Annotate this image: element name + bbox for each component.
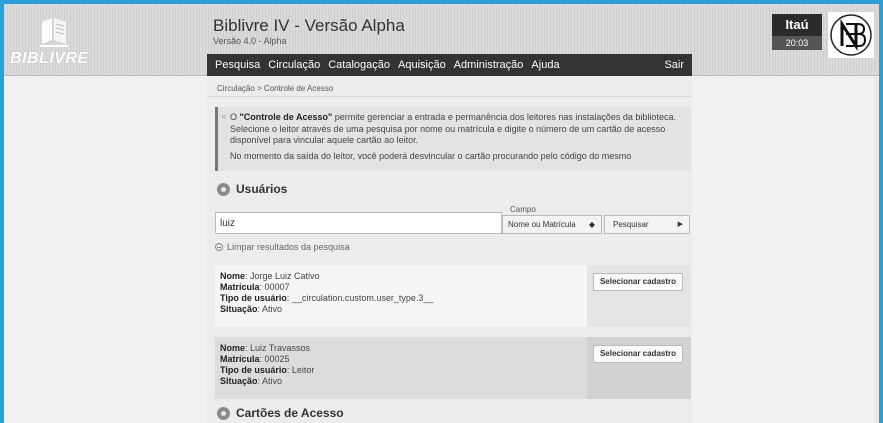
search-button[interactable]: Pesquisar ▶ [604,215,690,234]
notice-exit-instructions: No momento da saída do leitor, você pode… [230,150,632,161]
main-content: Circulação > Controle de Acesso × O "Con… [207,77,692,423]
name-label: Nome [220,271,246,281]
status-label: Situação [220,376,258,386]
select-arrows-icon: ◆ [588,220,595,229]
select-record-button[interactable]: Selecionar cadastro [593,345,683,363]
notice-feature-name: "Controle de Acesso" [239,112,333,122]
registration-label: Matrícula [220,282,260,292]
registration-value: : 00007 [259,282,290,292]
users-section-title: Usuários [217,182,287,196]
menu-item-catalogacao[interactable]: Catalogação [324,54,394,76]
users-title-label: Usuários [236,182,288,196]
info-notice: × O "Controle de Acesso" permite gerenci… [215,107,691,171]
close-icon[interactable]: × [221,112,226,124]
access-cards-title-label: Cartões de Acesso [236,406,344,420]
status-value: : Ativo [257,376,283,386]
search-button-label: Pesquisar [613,220,649,229]
menu-item-pesquisa[interactable]: Pesquisa [207,54,264,76]
logout-button[interactable]: Sair [660,54,692,76]
field-select[interactable]: Nome ou Matrícula ◆ [502,215,602,234]
seal-monogram-icon [828,12,874,58]
main-menu: Pesquisa Circulação Catalogação Aquisiçã… [207,54,692,76]
location-pin-icon [217,182,230,196]
biblivre-logo[interactable]: BIBLIVRE [10,14,92,70]
access-cards-section-title: Cartões de Acesso [217,406,344,420]
logo-text: BIBLIVRE [10,50,89,67]
header: BIBLIVRE Biblivre IV - Versão Alpha Vers… [4,4,879,76]
clock-time: 20:03 [772,36,822,50]
result-item: Nome: Jorge Luiz Cativo Matrícula: 00007… [215,265,691,327]
registration-value: : 00025 [259,354,290,364]
app-window: BIBLIVRE Biblivre IV - Versão Alpha Vers… [4,4,879,423]
bank-name: Itaú [772,14,822,36]
result-actions: Selecionar cadastro [587,265,691,327]
select-record-button[interactable]: Selecionar cadastro [593,273,683,291]
user-type-label: Tipo de usuário [220,293,287,303]
status-value: : Ativo [257,304,283,314]
page-scrollbar[interactable] [874,77,879,423]
user-type-value: : __circulation.custom.user_type.3__ [286,293,434,303]
app-title: Biblivre IV - Versão Alpha [213,16,405,35]
name-value: : Luiz Travassos [245,343,311,353]
app-version: Versão 4.0 - Alpha [213,36,287,46]
field-label: Campo [510,205,536,214]
clear-results-label: Limpar resultados da pesquisa [227,242,350,252]
bank-badge: Itaú 20:03 [772,14,822,50]
name-label: Nome [220,343,246,353]
menu-item-aquisicao[interactable]: Aquisição [394,54,450,76]
status-label: Situação [220,304,258,314]
menu-item-administracao[interactable]: Administração [450,54,528,76]
minus-circle-icon [215,243,223,251]
notice-prefix: O [230,112,240,122]
library-logo-icon [40,18,68,47]
field-select-value: Nome ou Matrícula [508,220,576,229]
name-value: : Jorge Luiz Cativo [245,271,320,281]
user-type-label: Tipo de usuário [220,365,287,375]
breadcrumb: Circulação > Controle de Acesso [207,81,692,97]
menu-item-ajuda[interactable]: Ajuda [527,54,563,76]
clear-results-link[interactable]: Limpar resultados da pesquisa [215,242,350,252]
menu-item-circulacao[interactable]: Circulação [264,54,324,76]
location-pin-icon [217,406,230,420]
search-input[interactable] [215,212,502,234]
result-actions: Selecionar cadastro [587,337,691,399]
result-item: Nome: Luiz Travassos Matrícula: 00025 Ti… [215,337,691,399]
triangle-right-icon: ▶ [677,221,683,228]
registration-label: Matrícula [220,354,260,364]
user-type-value: : Leitor [286,365,315,375]
